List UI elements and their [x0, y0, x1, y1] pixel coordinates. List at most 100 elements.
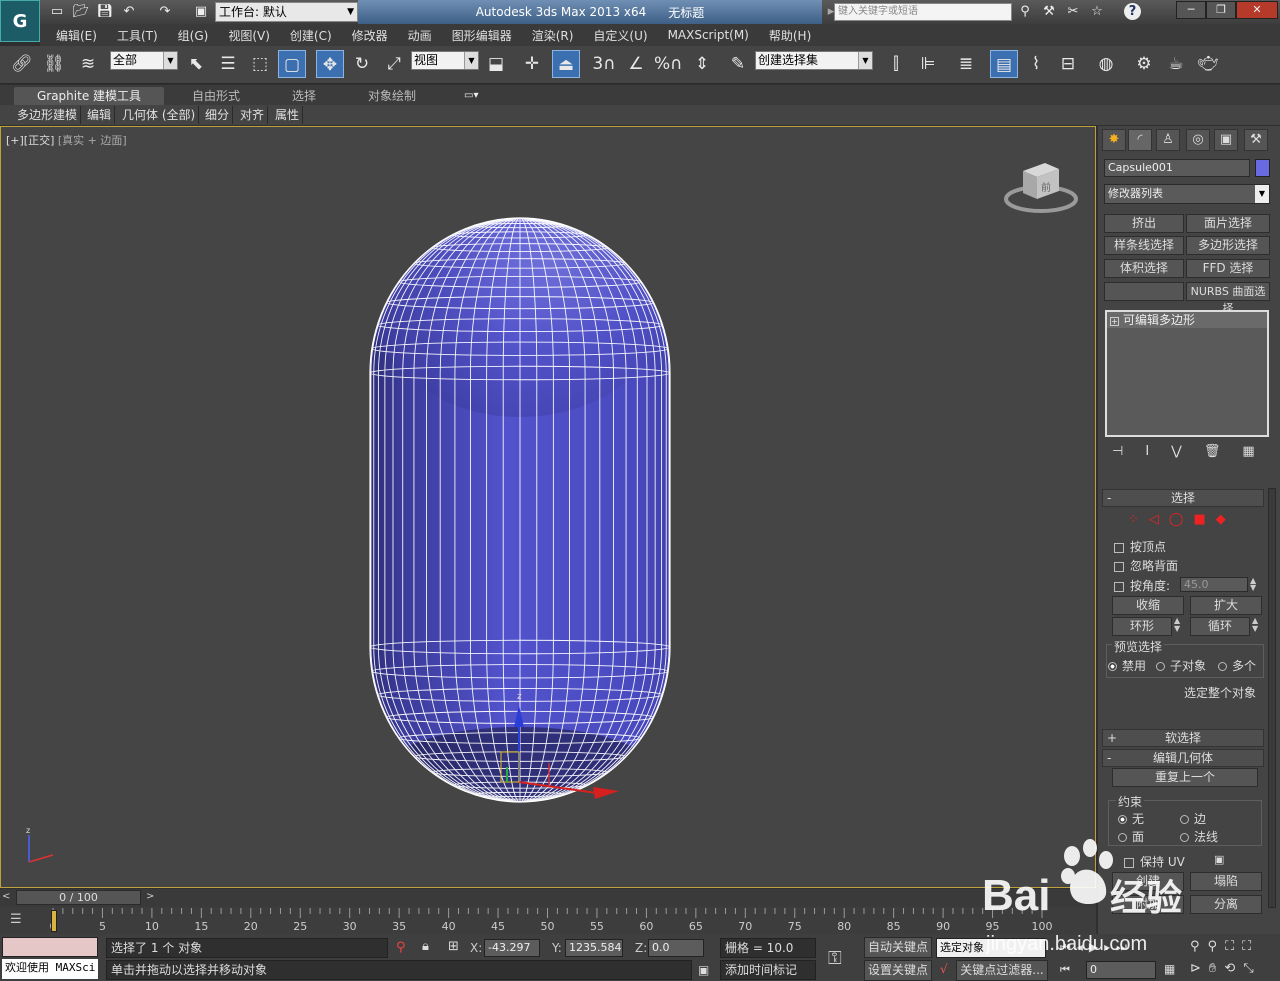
collapse-button[interactable]: 塌陷 [1190, 872, 1262, 891]
link-icon[interactable]: 🔗︎ [8, 50, 36, 78]
spinner-snap-icon[interactable]: ⇕ [688, 50, 716, 78]
utilities-tab-icon[interactable]: ⚒ [1244, 129, 1268, 151]
panel-edit[interactable]: 编辑 [84, 106, 116, 124]
time-prev-arrow-icon[interactable]: < [2, 891, 10, 902]
zoom-icon[interactable]: ⚲ [1190, 939, 1208, 954]
object-color-swatch[interactable] [1255, 159, 1270, 177]
workspace-dropdown[interactable]: 工作台: 默认 ▼ [215, 2, 358, 22]
select-by-name-icon[interactable]: ☰ [214, 50, 242, 78]
z-coordinate-input[interactable]: 0.0 [648, 939, 704, 957]
loop-button[interactable]: 循环 [1190, 617, 1250, 636]
by-angle-checkbox[interactable]: 按角度: [1114, 577, 1170, 594]
configure-modifier-sets-icon[interactable]: ▦ [1242, 444, 1276, 459]
favorites-icon[interactable]: ☆ [1088, 3, 1106, 21]
render-production-icon[interactable]: 🫖︎ [1194, 50, 1222, 78]
border-icon[interactable]: ◯ [1169, 512, 1194, 527]
undo-icon[interactable]: ↶ [120, 3, 138, 21]
by-vertex-checkbox[interactable]: 按顶点 [1114, 538, 1166, 555]
detach-button[interactable]: 分离 [1190, 895, 1262, 914]
selection-lock-icon[interactable]: 🔒︎ [422, 939, 429, 954]
align-icon[interactable]: ⊫ [914, 50, 942, 78]
maximize-viewport-icon[interactable]: ⤡ [1243, 961, 1261, 976]
make-unique-icon[interactable]: ⋁ [1171, 444, 1204, 459]
named-selection-dropdown[interactable]: 创建选择集 ▼ [755, 51, 873, 70]
object-name-input[interactable]: Capsule001 [1104, 159, 1250, 177]
minimize-button[interactable]: ─ [1176, 1, 1206, 19]
menu-rendering[interactable]: 渲染(R) [522, 27, 584, 44]
preserve-uv-settings-icon[interactable]: ▣ [1214, 853, 1224, 866]
angle-value-input[interactable]: 45.0 [1180, 577, 1248, 592]
go-to-start-icon[interactable]: ⏮ [1060, 940, 1077, 954]
modify-tab-icon[interactable]: ◜ [1128, 129, 1152, 151]
modifier-list-dropdown[interactable]: 修改器列表 ▼ [1104, 184, 1270, 204]
polygon-icon[interactable]: ■ [1193, 512, 1215, 527]
app-logo-button[interactable]: G [0, 0, 40, 42]
maxscript-listener-input[interactable] [2, 937, 98, 957]
pin-stack-icon[interactable]: ⊣ [1112, 444, 1145, 459]
select-and-rotate-icon[interactable]: ↻ [348, 50, 376, 78]
modifier-extrude-button[interactable]: 挤出 [1104, 214, 1184, 233]
menu-edit[interactable]: 编辑(E) [46, 27, 107, 44]
modifier-volume-select-button[interactable]: 体积选择 [1104, 259, 1184, 278]
preserve-uv-checkbox[interactable]: 保持 UV [1124, 853, 1185, 870]
panel-subdivision[interactable]: 细分 [202, 106, 234, 124]
hierarchy-tab-icon[interactable]: ♙ [1156, 129, 1180, 151]
rectangular-selection-icon[interactable]: ⬚ [246, 50, 274, 78]
isolate-selection-icon[interactable]: ⚲ [396, 940, 406, 955]
expand-plus-icon[interactable]: + [1110, 317, 1119, 326]
tab-freeform[interactable]: 自由形式 [192, 87, 240, 105]
close-button[interactable]: ✕ [1236, 1, 1278, 19]
key-icon[interactable]: ⚿ [828, 948, 842, 969]
constraint-face-radio[interactable]: 面 [1118, 828, 1144, 845]
selection-filter-dropdown[interactable]: 全部 ▼ [110, 51, 178, 70]
select-object-icon[interactable]: ⬉ [182, 50, 210, 78]
menu-customize[interactable]: 自定义(U) [583, 27, 657, 44]
create-tab-icon[interactable]: ✸ [1102, 129, 1126, 151]
modifier-patch-select-button[interactable]: 面片选择 [1186, 214, 1270, 233]
rendered-frame-window-icon[interactable]: ☕︎ [1162, 50, 1190, 78]
modifier-poly-select-button[interactable]: 多边形选择 [1186, 236, 1270, 255]
window-crossing-icon[interactable]: ▢ [278, 50, 306, 78]
preview-multi-radio[interactable]: 多个 [1218, 657, 1256, 674]
time-slider-thumb[interactable]: 0 / 100 [16, 890, 141, 905]
edge-icon[interactable]: ◁ [1149, 512, 1169, 527]
track-bar[interactable]: ☰ 05101520253035404550556065707580859095… [0, 907, 1096, 934]
zoom-extents-all-icon[interactable]: ⛶ [1242, 939, 1259, 954]
key-mode-dropdown[interactable]: 选定对象 [936, 938, 1046, 958]
element-icon[interactable]: ◆ [1216, 512, 1236, 527]
menu-animation[interactable]: 动画 [398, 27, 442, 44]
pan-icon[interactable]: ✋︎ [1209, 961, 1224, 976]
menu-graph-editors[interactable]: 图形编辑器 [442, 27, 522, 44]
graphite-toggle-icon[interactable]: ▤ [990, 50, 1018, 78]
panel-geometry-all[interactable]: 几何体 (全部) [119, 106, 200, 124]
maxscript-output[interactable]: 欢迎使用 MAXSci [2, 959, 98, 979]
communication-icon[interactable]: ✂ [1064, 3, 1082, 21]
time-tag-icon[interactable]: ▣ [698, 963, 709, 977]
render-setup-icon[interactable]: ⚙ [1130, 50, 1158, 78]
loop-spinner[interactable]: ▲ ▼ [1252, 617, 1258, 633]
time-next-arrow-icon[interactable]: > [146, 891, 154, 902]
menu-tools[interactable]: 工具(T) [107, 27, 168, 44]
menu-maxscript[interactable]: MAXScript(M) [658, 28, 759, 42]
go-to-end-icon[interactable]: ⏭ [1116, 940, 1133, 954]
vertex-icon[interactable]: ⁘ [1128, 512, 1149, 527]
material-editor-icon[interactable]: ◍ [1092, 50, 1120, 78]
display-tab-icon[interactable]: ▣ [1214, 129, 1238, 151]
tab-object-paint[interactable]: 对象绘制 [368, 87, 416, 105]
tab-selection[interactable]: 选择 [292, 87, 316, 105]
modifier-nurbs-select-button[interactable]: NURBS 曲面选择 [1186, 282, 1270, 315]
rollout-selection-header[interactable]: - 选择 [1102, 489, 1264, 507]
binoculars-icon[interactable]: ⚲ [1016, 3, 1034, 21]
mirror-icon[interactable]: ⫿ [882, 50, 910, 78]
panel-polygon-modeling[interactable]: 多边形建模 [14, 106, 82, 124]
open-file-icon[interactable]: 📂︎ [72, 3, 90, 21]
menu-create[interactable]: 创建(C) [280, 27, 342, 44]
edit-named-selection-icon[interactable]: ✎ [724, 50, 752, 78]
modifier-empty-button[interactable] [1104, 282, 1184, 301]
motion-tab-icon[interactable]: ◎ [1186, 129, 1210, 151]
layer-manager-icon[interactable]: ≣ [952, 50, 980, 78]
rollout-soft-selection-header[interactable]: + 软选择 [1102, 729, 1264, 747]
modifier-spline-select-button[interactable]: 样条线选择 [1104, 236, 1184, 255]
menu-views[interactable]: 视图(V) [218, 27, 280, 44]
zoom-extents-icon[interactable]: ⛶ [1225, 939, 1242, 954]
